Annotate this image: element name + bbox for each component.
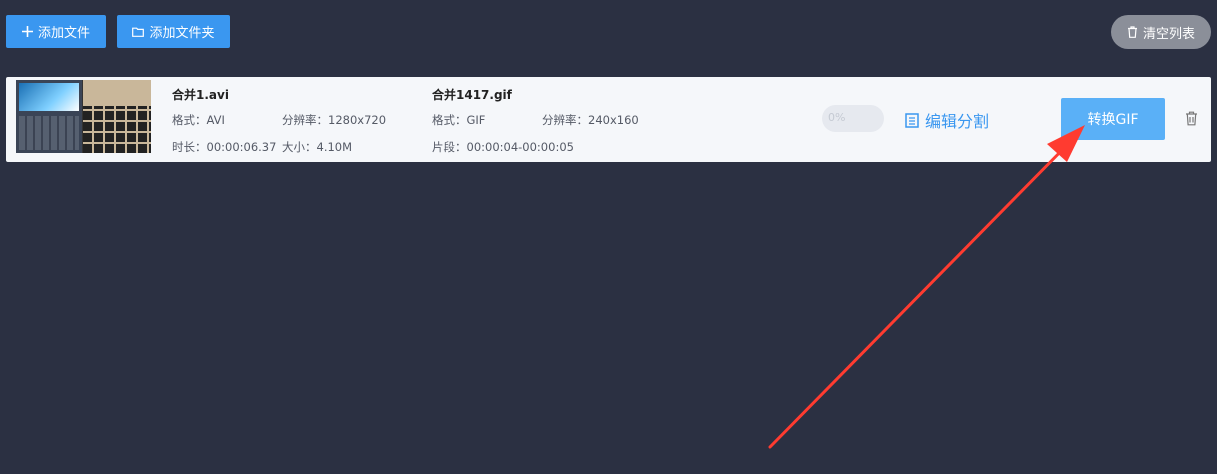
thumbnail-frame-monitor (16, 80, 82, 153)
trash-icon (1127, 26, 1138, 38)
convert-gif-label: 转换GIF (1087, 112, 1139, 128)
clear-list-label: 清空列表 (1142, 26, 1195, 42)
source-resolution: 分辨率：1280x720 (282, 113, 387, 127)
output-resolution: 分辨率：240x160 (542, 113, 639, 127)
delete-item-button[interactable] (1185, 111, 1198, 130)
edit-split-button[interactable]: 编辑分割 (905, 108, 989, 132)
document-icon (905, 112, 919, 128)
source-format: 格式：AVI (172, 113, 225, 127)
annotation-arrow (768, 125, 1085, 449)
thumbnail-frame-keyboard (83, 80, 151, 153)
add-file-button[interactable]: 添加文件 (6, 15, 106, 48)
output-segment: 片段：00:00:04-00:00:05 (432, 140, 574, 154)
add-file-label: 添加文件 (37, 26, 90, 41)
source-size: 大小：4.10M (282, 140, 353, 154)
add-folder-button[interactable]: 添加文件夹 (117, 15, 230, 48)
source-file-name: 合并1.avi (172, 88, 229, 102)
edit-split-label: 编辑分割 (925, 112, 990, 131)
add-folder-label: 添加文件夹 (149, 26, 215, 41)
progress-text: 0% (828, 111, 846, 124)
output-file-name: 合并1417.gif (432, 88, 512, 102)
convert-gif-button[interactable]: 转换GIF (1061, 98, 1165, 140)
trash-icon (1185, 111, 1198, 126)
video-thumbnail (16, 80, 151, 153)
clear-list-button[interactable]: 清空列表 (1111, 15, 1211, 49)
folder-icon (132, 27, 145, 37)
plus-icon (21, 26, 33, 37)
source-duration: 时长：00:00:06.37 (172, 140, 277, 154)
output-format: 格式：GIF (432, 113, 486, 127)
progress-bar: 0% (822, 105, 884, 132)
file-list-item: 合并1.avi 格式：AVI 分辨率：1280x720 时长：00:00:06.… (6, 77, 1211, 162)
